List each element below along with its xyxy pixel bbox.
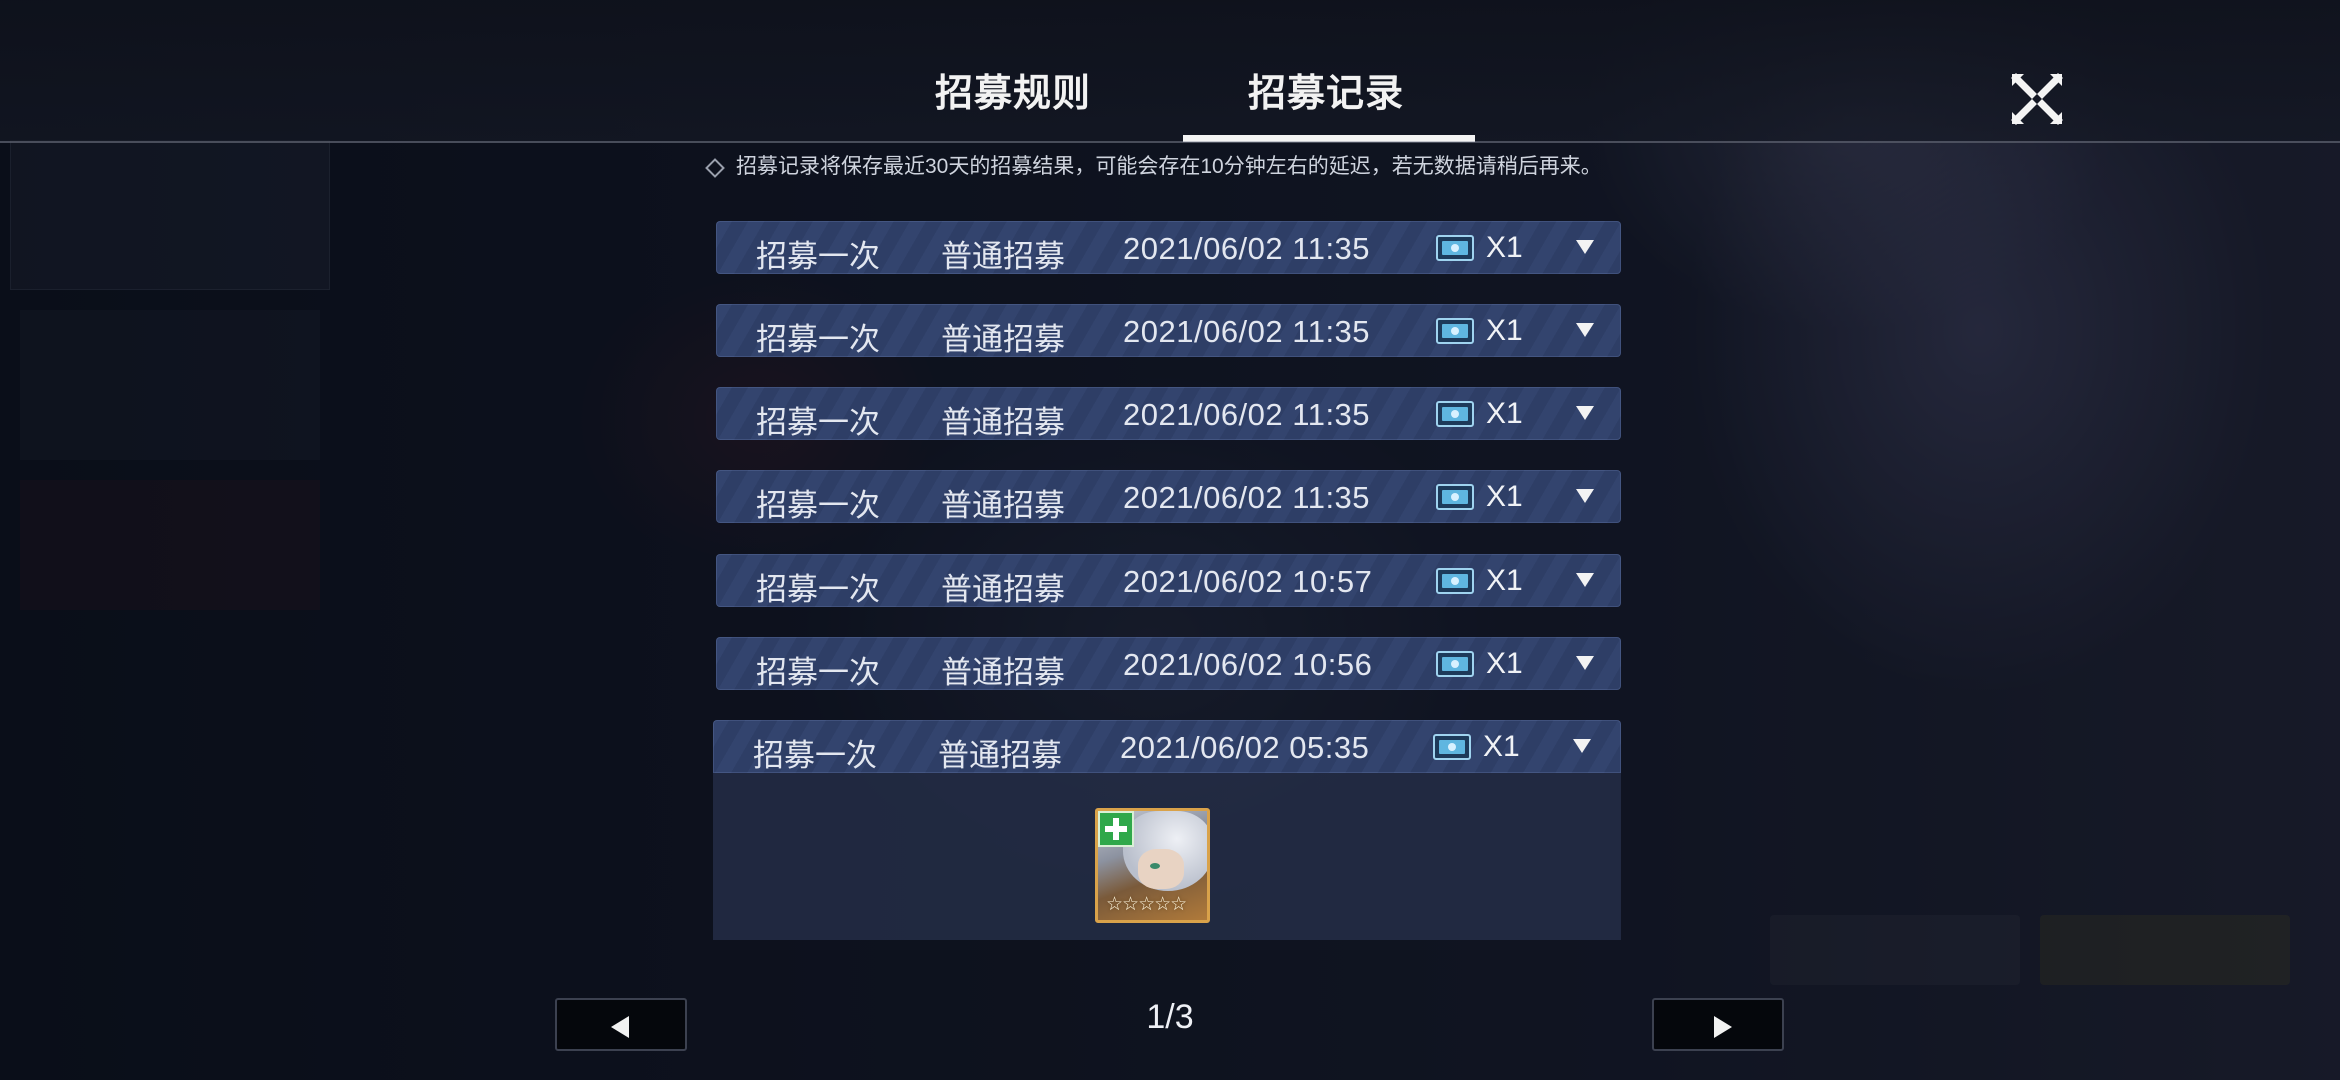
record-row[interactable]: 招募一次 普通招募 2021/06/02 10:57 X1 [716,554,1621,607]
record-time: 2021/06/02 11:35 [1123,314,1371,349]
chevron-down-icon[interactable] [1573,739,1591,753]
recruit-ticket-icon [1436,568,1474,594]
record-row[interactable]: 招募一次 普通招募 2021/06/02 05:35 X1 [713,720,1621,773]
recruit-ticket-icon [1436,235,1474,261]
header-bar: 招募规则 招募记录 [0,0,2340,143]
record-pool: 普通招募 [941,572,1065,607]
next-page-icon [1714,1016,1732,1038]
record-pool: 普通招募 [941,488,1065,523]
record-time: 2021/06/02 10:57 [1123,564,1373,599]
tab-records[interactable]: 招募记录 [1248,62,1404,117]
chevron-down-icon[interactable] [1576,489,1594,503]
record-pool: 普通招募 [941,322,1065,357]
record-time: 2021/06/02 11:35 [1123,231,1371,266]
record-quantity: X1 [1486,647,1523,680]
chevron-down-icon[interactable] [1576,406,1594,420]
record-row[interactable]: 招募一次 普通招募 2021/06/02 11:35 X1 [716,387,1621,440]
record-type: 招募一次 [756,488,880,523]
record-type: 招募一次 [756,655,880,690]
record-quantity: X1 [1486,397,1523,430]
record-quantity: X1 [1486,564,1523,597]
chevron-down-icon[interactable] [1576,573,1594,587]
page-indicator: 1/3 [1146,998,1194,1036]
close-button[interactable] [2010,72,2064,126]
recruit-ticket-icon [1436,484,1474,510]
prev-page-button[interactable] [555,998,687,1051]
rarity-stars: ☆☆☆☆☆ [1106,894,1187,915]
chevron-down-icon[interactable] [1576,240,1594,254]
notice-text: 招募记录将保存最近30天的招募结果，可能会存在10分钟左右的延迟，若无数据请稍后… [736,155,1602,178]
close-icon [2011,73,2063,125]
record-type: 招募一次 [756,239,880,274]
record-pool: 普通招募 [938,738,1062,773]
record-quantity: X1 [1483,730,1520,763]
record-quantity: X1 [1486,314,1523,347]
recruit-ticket-icon [1433,734,1471,760]
record-quantity: X1 [1486,231,1523,264]
record-pool: 普通招募 [941,239,1065,274]
recruit-ticket-icon [1436,651,1474,677]
character-eye [1150,863,1160,869]
record-row[interactable]: 招募一次 普通招募 2021/06/02 11:35 X1 [716,470,1621,523]
header-divider [0,141,2340,143]
character-face [1138,849,1184,889]
character-card[interactable]: ☆☆☆☆☆ [1095,808,1210,923]
record-row[interactable]: 招募一次 普通招募 2021/06/02 11:35 X1 [716,304,1621,357]
record-row[interactable]: 招募一次 普通招募 2021/06/02 11:35 X1 [716,221,1621,274]
record-type: 招募一次 [756,405,880,440]
record-type: 招募一次 [756,322,880,357]
record-type: 招募一次 [753,738,877,773]
record-time: 2021/06/02 10:56 [1123,647,1373,682]
record-quantity: X1 [1486,480,1523,513]
record-time: 2021/06/02 05:35 [1120,730,1370,765]
record-time: 2021/06/02 11:35 [1123,480,1371,515]
next-page-button[interactable] [1652,998,1784,1051]
chevron-down-icon[interactable] [1576,656,1594,670]
record-pool: 普通招募 [941,405,1065,440]
record-type: 招募一次 [756,572,880,607]
recruit-ticket-icon [1436,318,1474,344]
tab-rules[interactable]: 招募规则 [935,62,1091,117]
chevron-down-icon[interactable] [1576,323,1594,337]
record-row[interactable]: 招募一次 普通招募 2021/06/02 10:56 X1 [716,637,1621,690]
recruit-ticket-icon [1436,401,1474,427]
healer-class-icon [1098,811,1134,847]
record-pool: 普通招募 [941,655,1065,690]
prev-page-icon [611,1016,629,1038]
record-time: 2021/06/02 11:35 [1123,397,1371,432]
